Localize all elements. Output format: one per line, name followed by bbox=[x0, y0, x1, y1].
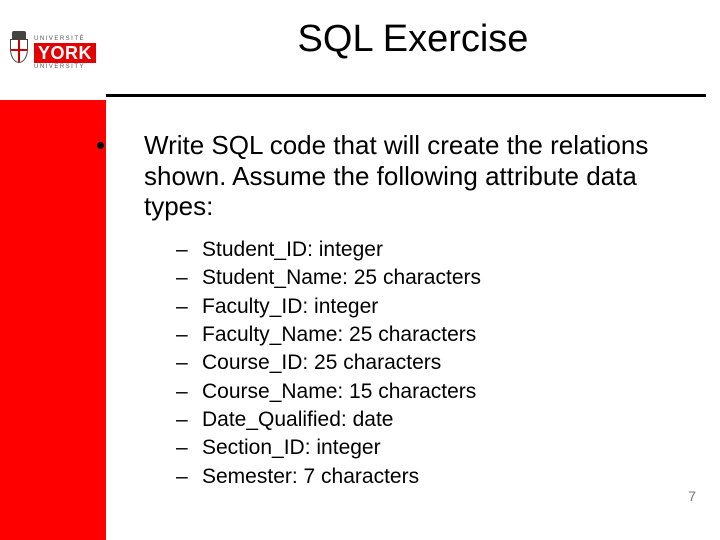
crest-icon bbox=[10, 31, 28, 75]
attribute-list: Student_ID: integer Student_Name: 25 cha… bbox=[176, 236, 690, 491]
logo-text: UNIVERSITÉ YORK UNIVERSITY bbox=[34, 36, 96, 70]
logo-line-bottom: UNIVERSITY bbox=[34, 64, 96, 70]
york-university-logo: UNIVERSITÉ YORK UNIVERSITY bbox=[10, 28, 96, 78]
list-item: Student_Name: 25 characters bbox=[176, 264, 690, 292]
title-divider bbox=[106, 94, 706, 97]
list-item: Faculty_Name: 25 characters bbox=[176, 321, 690, 349]
logo-line-top: UNIVERSITÉ bbox=[34, 36, 96, 42]
list-item: Course_ID: 25 characters bbox=[176, 349, 690, 377]
red-sidebar bbox=[0, 100, 106, 540]
list-item: Semester: 7 characters bbox=[176, 463, 690, 491]
list-item: Section_ID: integer bbox=[176, 434, 690, 462]
lead-bullet: Write SQL code that will create the rela… bbox=[144, 130, 690, 222]
slide-title: SQL Exercise bbox=[106, 18, 720, 61]
page-number: 7 bbox=[688, 488, 696, 504]
list-item: Faculty_ID: integer bbox=[176, 293, 690, 321]
list-item: Student_ID: integer bbox=[176, 236, 690, 264]
list-item: Date_Qualified: date bbox=[176, 406, 690, 434]
logo-line-main: YORK bbox=[34, 43, 96, 63]
content-area: Write SQL code that will create the rela… bbox=[120, 130, 690, 491]
list-item: Course_Name: 15 characters bbox=[176, 378, 690, 406]
slide: UNIVERSITÉ YORK UNIVERSITY SQL Exercise … bbox=[0, 0, 720, 540]
